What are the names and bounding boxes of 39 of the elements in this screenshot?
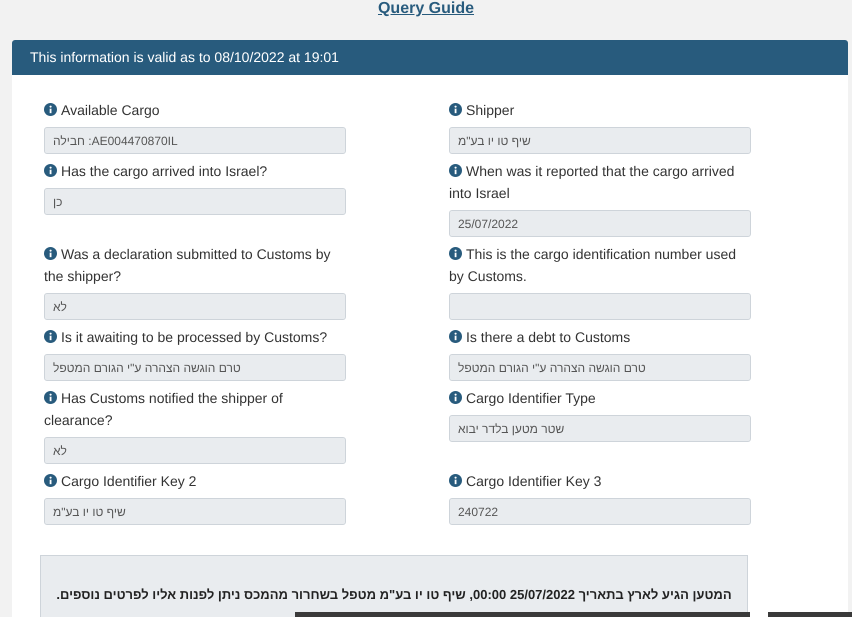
info-icon: [44, 164, 57, 177]
header-title: This information is valid as to 08/10/2022 at 19:01: [30, 48, 339, 67]
info-icon: [44, 103, 57, 116]
field-label: Available Cargo: [44, 99, 346, 121]
field-label: Has the cargo arrived into Israel?: [44, 160, 346, 182]
field-label: Cargo Identifier Key 3: [449, 470, 751, 492]
query-guide-link[interactable]: Query Guide: [378, 0, 474, 17]
field-label: Has Customs notified the shipper of clearance?: [44, 389, 284, 430]
info-icon: [44, 247, 57, 260]
field-label: Was a declaration submitted to Customs by the shipper?: [44, 245, 332, 286]
readonly-field[interactable]: 25/07/2022: [449, 210, 751, 237]
readonly-field[interactable]: חבילה :AE004470870IL: [44, 127, 346, 154]
field-label: This is the cargo identification number used by Customs.: [449, 245, 738, 286]
info-icon: [449, 391, 462, 404]
readonly-field[interactable]: לא: [44, 293, 346, 320]
info-icon: [449, 247, 462, 260]
info-icon: [449, 474, 462, 487]
field-label: Cargo Identifier Key 2: [44, 470, 346, 492]
message-text: המטען הגיע לארץ בתאריך 25/07/2022 00:00, שיף טו יו בע"מ מטפל בשחרור מהמכס ניתן לפנות אליו לפרטים נוספים.: [56, 586, 732, 604]
readonly-field[interactable]: [449, 293, 751, 320]
readonly-field[interactable]: כן: [44, 188, 346, 215]
info-icon: [44, 330, 57, 343]
info-icon: [449, 330, 462, 343]
field-label: Shipper: [449, 99, 751, 121]
info-icon: [449, 103, 462, 116]
field-label: When was it reported that the cargo arrived into Israel: [449, 162, 736, 203]
readonly-field[interactable]: שטר מטען בלדר יבוא: [449, 415, 751, 442]
readonly-field[interactable]: לא: [44, 437, 346, 464]
field-label: Cargo Identifier Type: [449, 387, 751, 409]
readonly-field[interactable]: טרם הוגשה הצהרה ע"י הגורם המטפל: [44, 354, 346, 381]
readonly-field[interactable]: שיף טו יו בע"מ: [449, 127, 751, 154]
field-label: Is there a debt to Customs: [449, 326, 751, 348]
readonly-field[interactable]: 240722: [449, 498, 751, 525]
field-label: Is it awaiting to be processed by Customs?: [44, 326, 346, 348]
info-icon: [449, 164, 462, 177]
info-icon: [44, 391, 57, 404]
readonly-field[interactable]: שיף טו יו בע"מ: [44, 498, 346, 525]
info-icon: [44, 474, 57, 487]
readonly-field[interactable]: טרם הוגשה הצהרה ע"י הגורם המטפל: [449, 354, 751, 381]
